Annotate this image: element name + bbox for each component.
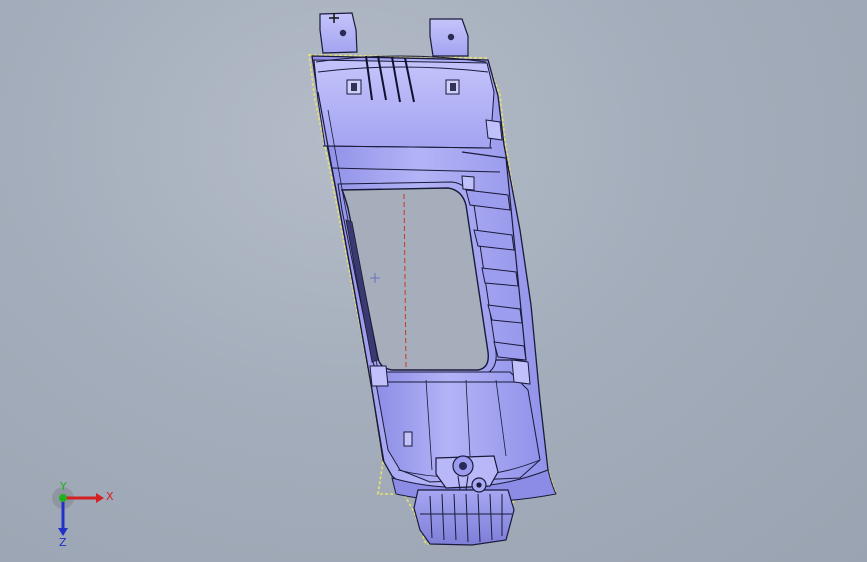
right-tab-hole: [447, 33, 455, 41]
triad-z-arrowhead: [58, 528, 68, 536]
top-cap-surface: [313, 59, 495, 149]
lower-left-clip: [369, 365, 389, 387]
left-tab-hole: [339, 29, 347, 37]
left-clip-pocket-inner: [351, 83, 357, 91]
pillar-trim-part-model[interactable]: [0, 0, 867, 562]
right-upper-clip: [485, 119, 503, 141]
triad-x-arrowhead: [96, 493, 104, 503]
triad-x-label: X: [106, 490, 114, 503]
left-locating-pin: [403, 431, 413, 447]
bottom-bracket[interactable]: [413, 489, 515, 546]
triad-y-axis-dot: [59, 494, 67, 502]
cad-graphics-viewport[interactable]: X Y Z: [0, 0, 867, 562]
lower-right-clip: [511, 359, 531, 385]
screw-hole: [476, 482, 482, 488]
triad-y-label: Y: [59, 480, 67, 493]
right-clip-pocket-inner: [450, 83, 456, 91]
left-mounting-tab[interactable]: [319, 12, 358, 54]
triad-z-label: Z: [59, 536, 67, 549]
reference-triad: X Y Z: [52, 480, 114, 549]
right-mid-clip: [461, 175, 475, 191]
handle-socket-hole: [459, 462, 467, 470]
